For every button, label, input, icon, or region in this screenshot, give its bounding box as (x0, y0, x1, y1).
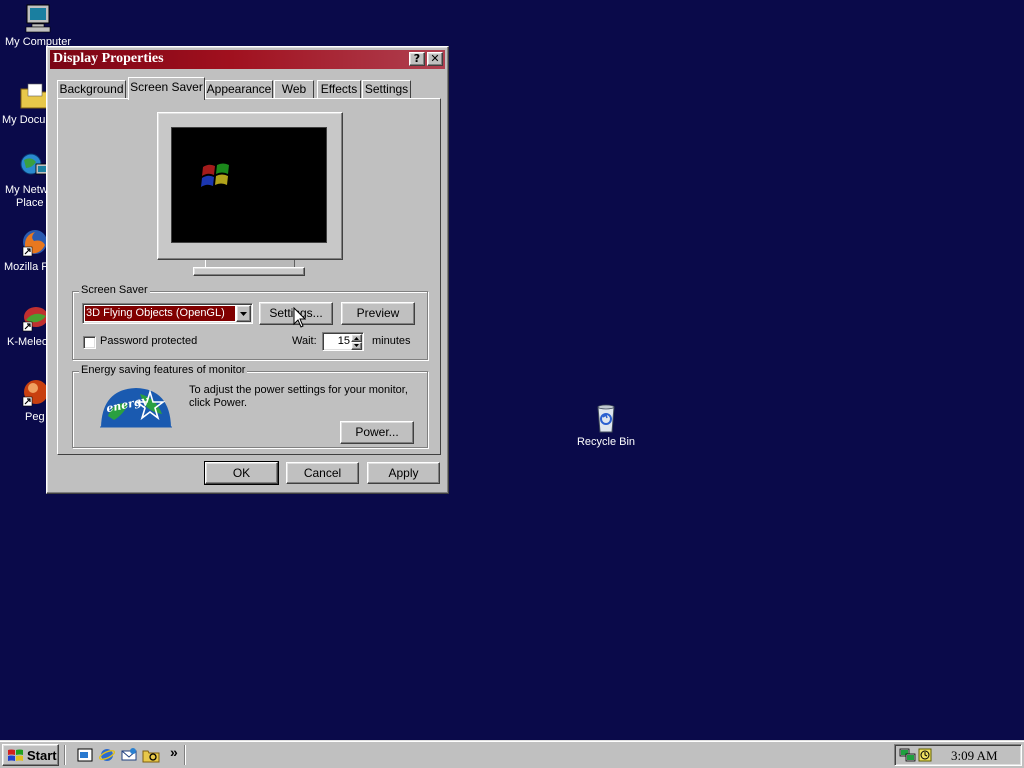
display-properties-window: Display Properties ? ✕ Background Screen… (46, 46, 449, 494)
tab-appearance[interactable]: Appearance (205, 80, 273, 99)
cancel-button[interactable]: Cancel (286, 462, 359, 484)
screen-saver-select[interactable]: 3D Flying Objects (OpenGL) (82, 303, 253, 324)
help-button[interactable]: ? (409, 52, 425, 66)
preview-button[interactable]: Preview (341, 302, 415, 325)
stepper-down-icon[interactable] (351, 342, 362, 350)
tab-settings[interactable]: Settings (362, 80, 411, 99)
window-titlebar[interactable]: Display Properties ? ✕ (50, 50, 445, 69)
energy-star-logo: energy (100, 386, 172, 428)
network-tray-icon[interactable] (899, 747, 917, 763)
windows-explorer-icon[interactable] (142, 746, 160, 764)
close-button[interactable]: ✕ (427, 52, 443, 66)
monitor-preview (157, 112, 343, 282)
tab-effects[interactable]: Effects (317, 80, 361, 99)
password-checkbox[interactable] (83, 336, 96, 349)
my-computer-icon (22, 2, 54, 34)
show-desktop-icon[interactable] (76, 746, 94, 764)
close-icon: ✕ (430, 52, 440, 65)
screen-saver-select-value: 3D Flying Objects (OpenGL) (85, 306, 235, 321)
taskbar-separator (64, 745, 66, 765)
screen-saver-group: Screen Saver 3D Flying Objects (OpenGL) … (72, 284, 428, 360)
screen-saver-group-label: Screen Saver (79, 284, 150, 296)
quick-launch-chevron-icon[interactable]: » (170, 744, 178, 760)
energy-saving-group: Energy saving features of monitor energy… (72, 364, 428, 448)
wait-label: Wait: (292, 335, 317, 347)
wait-minutes-value: 15 (337, 335, 350, 347)
screen-saver-panel: Screen Saver 3D Flying Objects (OpenGL) … (57, 98, 441, 455)
energy-description: To adjust the power settings for your mo… (189, 384, 408, 409)
windows-logo-icon (8, 749, 23, 761)
power-button[interactable]: Power... (340, 421, 414, 444)
clock[interactable]: 3:09 AM (951, 748, 998, 764)
help-icon: ? (413, 52, 421, 65)
tab-background[interactable]: Background (57, 80, 126, 99)
system-tray: 3:09 AM (894, 744, 1022, 766)
dropdown-button[interactable] (236, 305, 251, 322)
energy-saving-group-label: Energy saving features of monitor (79, 364, 248, 376)
password-label[interactable]: Password protected (100, 335, 197, 347)
tab-web[interactable]: Web (274, 80, 314, 99)
mouse-cursor-icon (293, 307, 307, 328)
chevron-down-icon (240, 312, 247, 316)
flying-windows-logo (201, 163, 229, 187)
recycle-bin-icon (590, 402, 622, 434)
start-label: Start (27, 748, 57, 763)
apply-button[interactable]: Apply (367, 462, 440, 484)
start-button[interactable]: Start (2, 744, 59, 766)
desktop-icon-label: Recycle Bin (576, 436, 636, 448)
window-title: Display Properties (53, 51, 164, 66)
scheduler-tray-icon[interactable] (917, 747, 933, 763)
outlook-express-icon[interactable] (120, 746, 138, 764)
monitor-screen (171, 127, 327, 243)
taskbar-separator (184, 745, 186, 765)
stepper-up-icon[interactable] (351, 334, 362, 342)
ok-button[interactable]: OK (204, 461, 279, 485)
desktop-icon-my-computer[interactable]: My Computer (0, 2, 76, 49)
tab-screen-saver[interactable]: Screen Saver (128, 77, 205, 100)
wait-stepper[interactable] (351, 334, 362, 350)
taskbar: Start » 3:09 AM (0, 740, 1024, 768)
internet-explorer-icon[interactable] (98, 746, 116, 764)
minutes-label: minutes (372, 335, 411, 347)
desktop-icon-recycle-bin[interactable]: Recycle Bin (568, 402, 644, 449)
monitor-base (193, 267, 305, 276)
wait-minutes-input[interactable]: 15 (322, 332, 364, 351)
